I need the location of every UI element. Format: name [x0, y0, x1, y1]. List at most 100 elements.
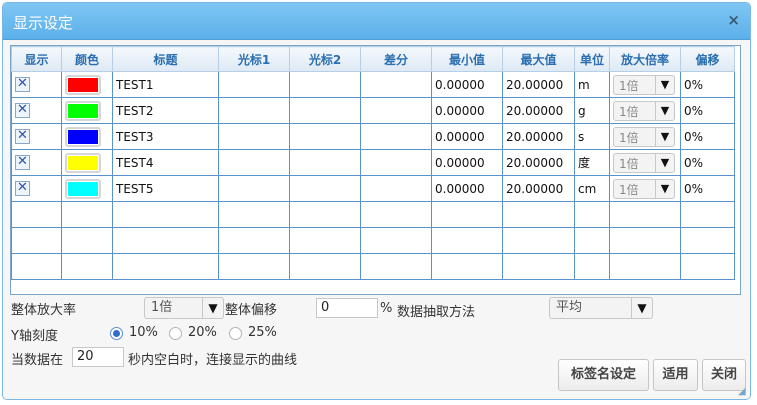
offset-cell[interactable]: 0% — [680, 149, 735, 176]
radio-y-25[interactable] — [229, 327, 242, 340]
zoom-cell[interactable]: 1倍 ▼ — [609, 149, 681, 176]
dialog-content: 显示 颜色 标题 光标1 光标2 差分 最小值 最大值 单位 放大倍率 偏移 ✕… — [3, 40, 750, 399]
title-cell[interactable]: TEST4 — [112, 149, 219, 176]
max-cell[interactable]: 20.00000 — [502, 97, 575, 124]
triangle-down-icon[interactable]: ▼ — [655, 127, 674, 146]
min-cell[interactable]: 0.00000 — [431, 123, 503, 150]
color-swatch[interactable] — [65, 152, 101, 173]
table-row[interactable]: ✕ TEST2 0.00000 20.00000 g 1倍 ▼ 0% — [11, 97, 735, 124]
blank-seconds-input[interactable]: 20 — [72, 347, 124, 367]
column-header-min[interactable]: 最小值 — [431, 46, 503, 72]
color-swatch[interactable] — [65, 74, 101, 95]
overall-zoom-select[interactable]: 1倍 ▼ — [144, 297, 224, 319]
column-header-unit[interactable]: 单位 — [574, 46, 610, 72]
color-cell[interactable] — [61, 123, 113, 150]
offset-cell[interactable]: 0% — [680, 123, 735, 150]
diff-cell — [360, 175, 432, 202]
radio-y-25-label[interactable]: 25% — [248, 325, 277, 340]
x-checkbox-icon[interactable]: ✕ — [15, 181, 30, 196]
title-cell[interactable]: TEST3 — [112, 123, 219, 150]
zoom-cell[interactable]: 1倍 ▼ — [609, 97, 681, 124]
show-cell[interactable]: ✕ — [11, 149, 62, 176]
column-header-diff[interactable]: 差分 — [360, 46, 432, 72]
color-swatch[interactable] — [65, 178, 101, 199]
channel-table: 显示 颜色 标题 光标1 光标2 差分 最小值 最大值 单位 放大倍率 偏移 ✕… — [11, 46, 735, 280]
resize-grip-icon[interactable]: ◢ — [738, 387, 748, 397]
zoom-select[interactable]: 1倍 ▼ — [613, 126, 675, 147]
apply-button[interactable]: 适用 — [653, 359, 698, 391]
x-checkbox-icon[interactable]: ✕ — [15, 129, 30, 144]
min-cell[interactable]: 0.00000 — [431, 71, 503, 98]
offset-cell[interactable]: 0% — [680, 175, 735, 202]
column-header-cursor1[interactable]: 光标1 — [218, 46, 290, 72]
triangle-down-icon[interactable]: ▼ — [202, 298, 223, 318]
zoom-cell[interactable]: 1倍 ▼ — [609, 175, 681, 202]
triangle-down-icon[interactable]: ▼ — [655, 153, 674, 172]
tag-name-settings-button[interactable]: 标签名设定 — [558, 359, 649, 391]
title-cell[interactable]: TEST1 — [112, 71, 219, 98]
zoom-select[interactable]: 1倍 ▼ — [613, 152, 675, 173]
title-cell[interactable]: TEST2 — [112, 97, 219, 124]
color-cell[interactable] — [61, 149, 113, 176]
overall-zoom-label: 整体放大率 — [11, 303, 77, 318]
show-cell[interactable]: ✕ — [11, 175, 62, 202]
column-header-color[interactable]: 颜色 — [61, 46, 113, 72]
color-swatch[interactable] — [65, 126, 101, 147]
title-bar[interactable]: 显示设定 × — [3, 3, 750, 40]
max-cell[interactable]: 20.00000 — [502, 71, 575, 98]
column-header-show[interactable]: 显示 — [11, 46, 62, 72]
offset-cell[interactable]: 0% — [680, 97, 735, 124]
x-checkbox-icon[interactable]: ✕ — [15, 77, 30, 92]
max-cell[interactable]: 20.00000 — [502, 175, 575, 202]
min-cell[interactable]: 0.00000 — [431, 97, 503, 124]
close-icon[interactable]: × — [727, 11, 740, 29]
table-row[interactable]: ✕ TEST4 0.00000 20.00000 度 1倍 ▼ 0% — [11, 149, 735, 176]
unit-cell[interactable]: s — [574, 123, 610, 150]
min-cell[interactable]: 0.00000 — [431, 149, 503, 176]
triangle-down-icon[interactable]: ▼ — [655, 101, 674, 120]
color-cell[interactable] — [61, 175, 113, 202]
radio-y-10[interactable] — [110, 327, 123, 340]
column-header-cursor2[interactable]: 光标2 — [289, 46, 361, 72]
column-header-title[interactable]: 标题 — [112, 46, 219, 72]
triangle-down-icon[interactable]: ▼ — [655, 179, 674, 198]
show-cell[interactable]: ✕ — [11, 71, 62, 98]
blank-connect-suffix: 秒内空白时，连接显示的曲线 — [128, 353, 298, 368]
show-cell[interactable]: ✕ — [11, 123, 62, 150]
color-swatch[interactable] — [65, 100, 101, 121]
radio-y-20-label[interactable]: 20% — [188, 325, 217, 340]
sampling-method-select[interactable]: 平均 ▼ — [549, 297, 653, 319]
x-checkbox-icon[interactable]: ✕ — [15, 103, 30, 118]
table-row[interactable]: ✕ TEST3 0.00000 20.00000 s 1倍 ▼ 0% — [11, 123, 735, 150]
max-cell[interactable]: 20.00000 — [502, 149, 575, 176]
zoom-cell[interactable]: 1倍 ▼ — [609, 71, 681, 98]
x-checkbox-icon[interactable]: ✕ — [15, 155, 30, 170]
radio-y-10-label[interactable]: 10% — [129, 325, 158, 340]
overall-offset-input[interactable]: 0 — [316, 298, 378, 318]
cursor1-cell — [218, 149, 290, 176]
zoom-select[interactable]: 1倍 ▼ — [613, 178, 675, 199]
min-cell[interactable]: 0.00000 — [431, 175, 503, 202]
unit-cell[interactable]: m — [574, 71, 610, 98]
color-cell[interactable] — [61, 97, 113, 124]
column-header-max[interactable]: 最大值 — [502, 46, 575, 72]
unit-cell[interactable]: cm — [574, 175, 610, 202]
title-cell[interactable]: TEST5 — [112, 175, 219, 202]
table-row[interactable]: ✕ TEST1 0.00000 20.00000 m 1倍 ▼ 0% — [11, 71, 735, 98]
offset-cell[interactable]: 0% — [680, 71, 735, 98]
max-cell[interactable]: 20.00000 — [502, 123, 575, 150]
column-header-zoom[interactable]: 放大倍率 — [609, 46, 681, 72]
unit-cell[interactable]: g — [574, 97, 610, 124]
zoom-select[interactable]: 1倍 ▼ — [613, 74, 675, 95]
zoom-cell[interactable]: 1倍 ▼ — [609, 123, 681, 150]
show-cell[interactable]: ✕ — [11, 97, 62, 124]
unit-cell[interactable]: 度 — [574, 149, 610, 176]
color-cell[interactable] — [61, 71, 113, 98]
triangle-down-icon[interactable]: ▼ — [655, 75, 674, 94]
zoom-select[interactable]: 1倍 ▼ — [613, 100, 675, 121]
radio-y-20[interactable] — [169, 327, 182, 340]
column-header-offset[interactable]: 偏移 — [680, 46, 735, 72]
zoom-value: 1倍 — [619, 182, 639, 197]
triangle-down-icon[interactable]: ▼ — [631, 298, 652, 318]
table-row[interactable]: ✕ TEST5 0.00000 20.00000 cm 1倍 ▼ 0% — [11, 175, 735, 202]
